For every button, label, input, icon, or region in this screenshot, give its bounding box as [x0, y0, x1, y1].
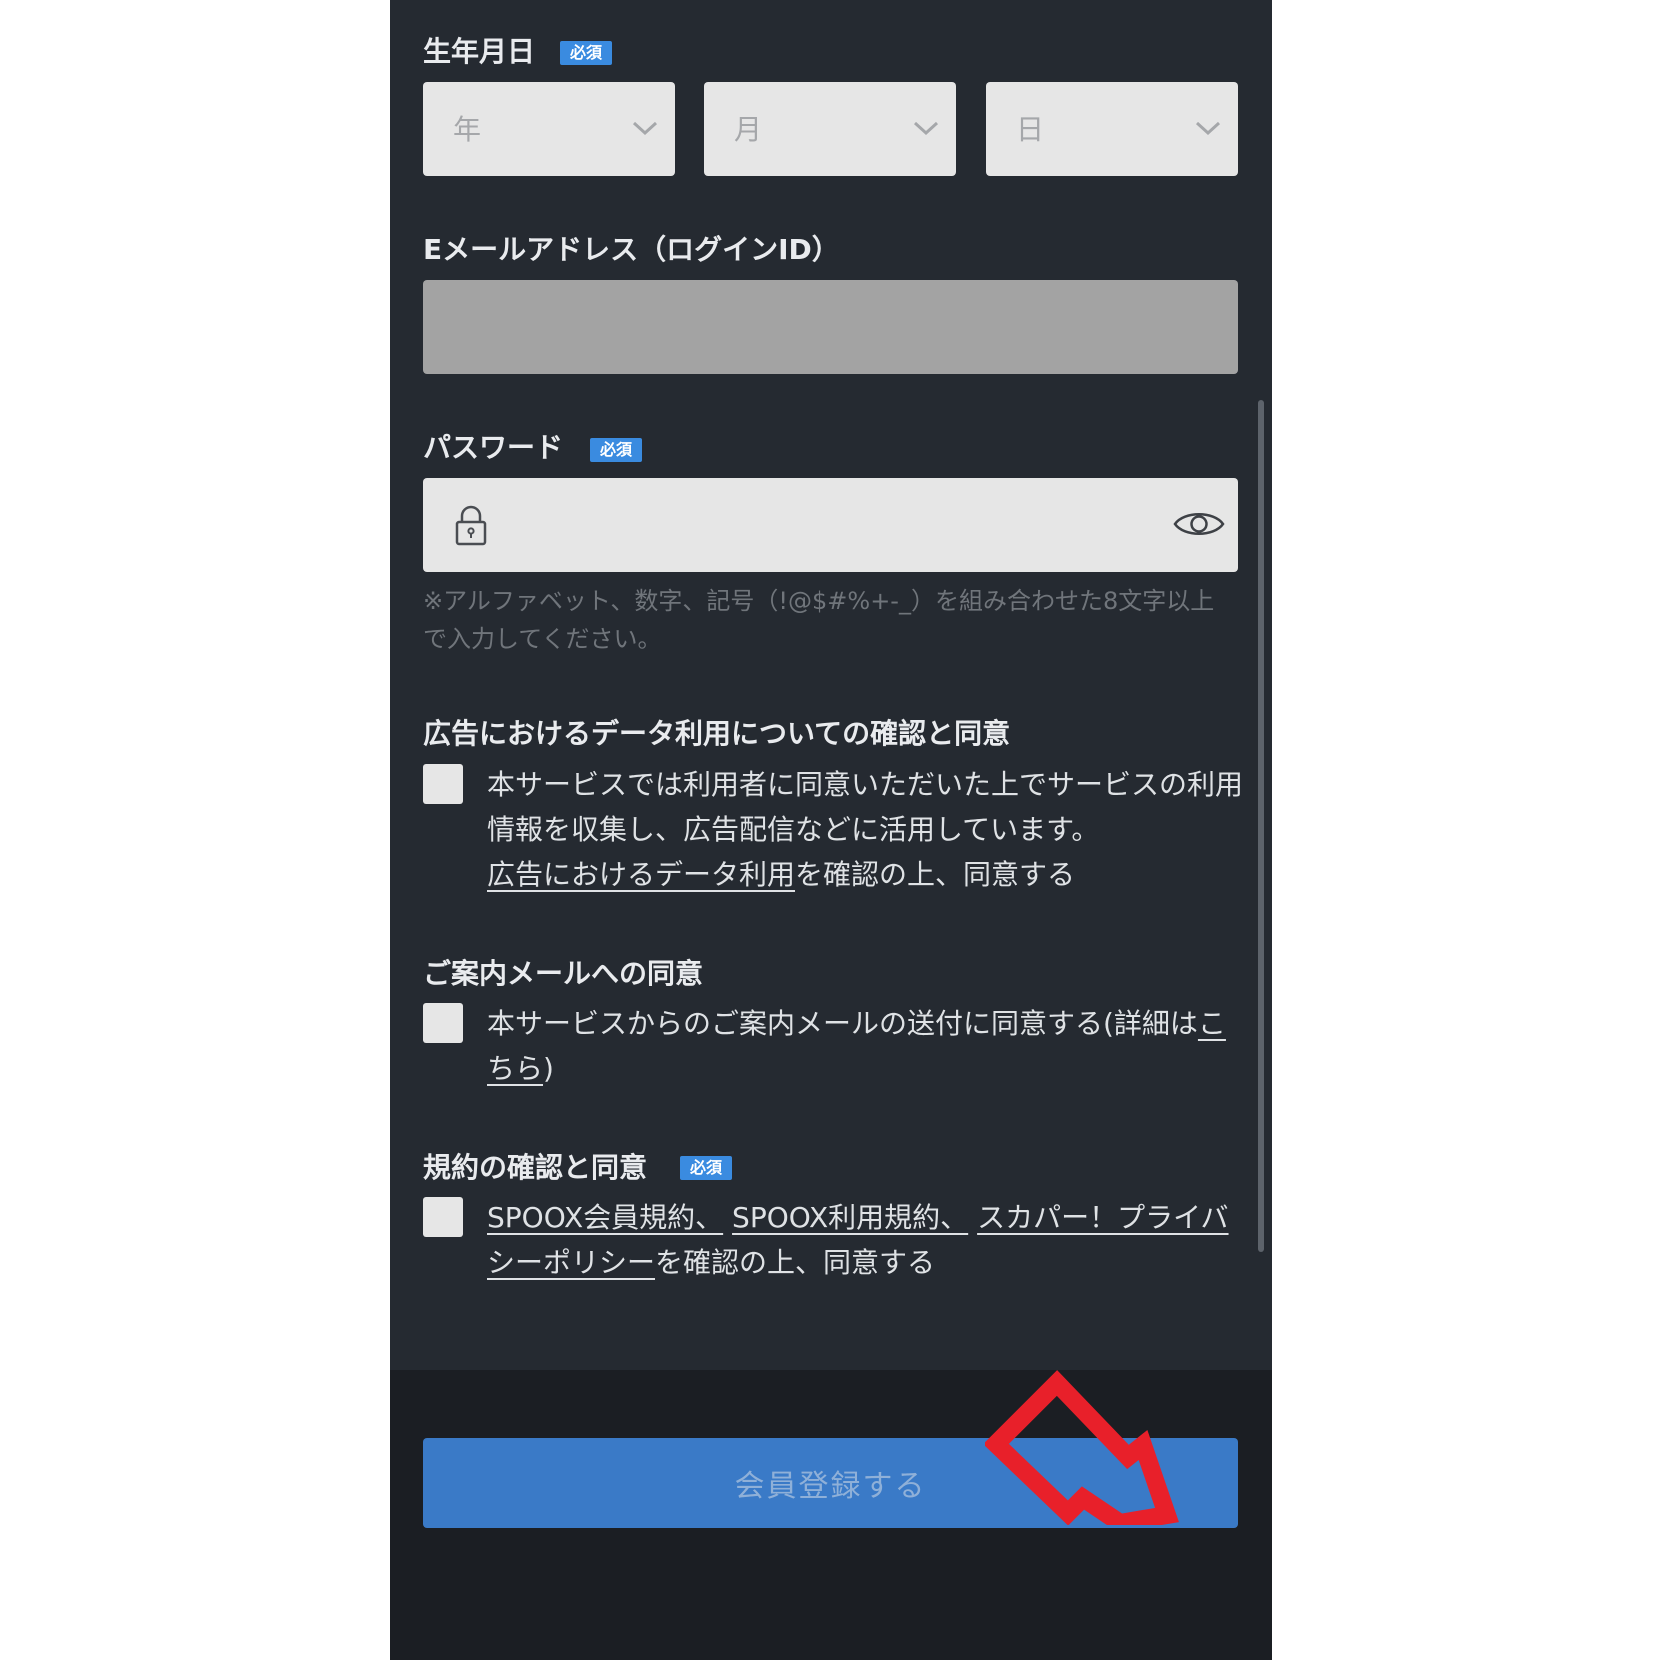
required-badge: 必須: [590, 438, 643, 462]
ad-consent-description: 本サービスでは利用者に同意いただいた上でサービスの利用情報を収集し、広告配信など…: [487, 768, 1244, 846]
ad-data-usage-link[interactable]: 広告におけるデータ利用: [487, 858, 795, 891]
mail-consent-checkbox[interactable]: [423, 1003, 463, 1043]
mail-consent-label: ご案内メールへの同意: [423, 957, 704, 990]
chevron-down-icon: [1195, 121, 1221, 136]
eye-icon[interactable]: [1172, 506, 1226, 542]
birth-year-placeholder: 年: [453, 113, 482, 146]
scrollbar[interactable]: [1258, 400, 1264, 1252]
ad-consent-label: 広告におけるデータ利用についての確認と同意: [423, 717, 1011, 750]
mail-consent-suffix: ): [543, 1052, 554, 1085]
terms-consent-suffix: を確認の上、同意する: [655, 1246, 936, 1279]
chevron-down-icon: [632, 121, 658, 136]
terms-consent-text: SPOOX会員規約、 SPOOX利用規約、 スカパー！プライバシーポリシーを確認…: [487, 1195, 1247, 1285]
birth-day-select[interactable]: 日: [986, 82, 1238, 176]
required-badge: 必須: [680, 1156, 733, 1180]
terms-consent-label: 規約の確認と同意: [423, 1151, 648, 1184]
birth-month-placeholder: 月: [734, 113, 763, 146]
ad-consent-text: 本サービスでは利用者に同意いただいた上でサービスの利用情報を収集し、広告配信など…: [487, 762, 1247, 897]
email-label: Eメールアドレス（ログインID）: [423, 233, 840, 266]
mail-consent-description: 本サービスからのご案内メールの送付に同意する(詳細は: [487, 1007, 1198, 1040]
password-hint: ※アルファベット、数字、記号（!@$#%+-_）を組み合わせた8文字以上で入力し…: [423, 587, 1215, 653]
red-arrow-annotation: [985, 1370, 1179, 1525]
birthdate-label: 生年月日: [423, 35, 536, 68]
password-label: パスワード: [423, 431, 564, 464]
mail-consent-text: 本サービスからのご案内メールの送付に同意する(詳細はこちら): [487, 1001, 1247, 1091]
spoox-member-terms-link[interactable]: SPOOX会員規約、: [487, 1201, 723, 1234]
birth-day-placeholder: 日: [1016, 113, 1045, 146]
email-field[interactable]: [423, 280, 1238, 374]
terms-consent-checkbox[interactable]: [423, 1197, 463, 1237]
password-field[interactable]: [423, 478, 1238, 572]
spoox-usage-terms-link[interactable]: SPOOX利用規約、: [732, 1201, 968, 1234]
chevron-down-icon: [913, 121, 939, 136]
ad-consent-suffix: を確認の上、同意する: [795, 858, 1076, 891]
birth-month-select[interactable]: 月: [704, 82, 956, 176]
birth-year-select[interactable]: 年: [423, 82, 675, 176]
ad-consent-checkbox[interactable]: [423, 764, 463, 804]
required-badge: 必須: [560, 41, 613, 65]
lock-icon: [455, 505, 487, 546]
